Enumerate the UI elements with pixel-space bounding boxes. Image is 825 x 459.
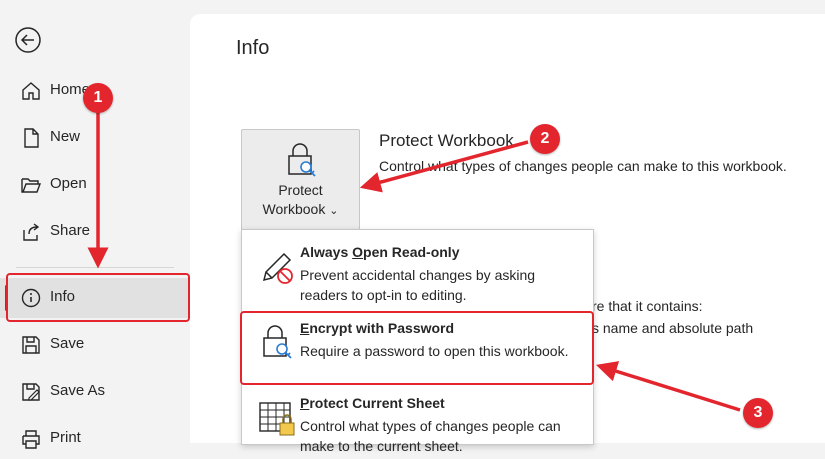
protect-workbook-button[interactable]: Protect Workbook ⌄ <box>241 129 360 230</box>
pencil-no-edit-icon <box>262 252 293 284</box>
save-icon <box>22 336 40 354</box>
nav-label: Save As <box>50 382 106 399</box>
home-icon <box>22 82 40 100</box>
callout-highlight-info <box>6 273 190 322</box>
menu-item-protect-current-sheet[interactable]: Protect Current Sheet Control what types… <box>242 383 593 458</box>
nav-label: New <box>50 128 81 145</box>
callout-highlight-encrypt <box>240 311 594 385</box>
protect-section-description: Control what types of changes people can… <box>379 158 787 174</box>
nav-print[interactable]: Print <box>0 419 190 459</box>
sheet-lock-icon <box>259 402 295 436</box>
new-document-icon <box>24 128 39 148</box>
backstage-sidebar: Home New Open Share Info Save Save As Pr… <box>0 0 190 449</box>
nav-open[interactable]: Open <box>0 165 190 205</box>
nav-new[interactable]: New <box>0 118 190 158</box>
menu-item-title: Protect Current Sheet <box>300 395 445 411</box>
menu-item-title: Always Open Read-only <box>300 244 460 260</box>
nav-label: Save <box>50 335 85 352</box>
protect-button-label-line1: Protect <box>278 182 323 198</box>
nav-label: Share <box>50 222 91 239</box>
open-folder-icon <box>21 178 42 193</box>
protect-section-title: Protect Workbook <box>379 131 514 150</box>
nav-label: Print <box>50 429 81 446</box>
page-title: Info <box>236 37 270 59</box>
background-text: re that it contains: <box>592 298 703 314</box>
callout-badge-2: 2 <box>530 124 560 154</box>
save-as-icon <box>22 383 40 401</box>
callout-badge-3: 3 <box>743 398 773 428</box>
background-text: s name and absolute path <box>592 320 754 336</box>
menu-item-always-open-read-only[interactable]: Always Open Read-only Prevent accidental… <box>242 232 593 307</box>
menu-item-description: Prevent accidental changes by asking rea… <box>300 267 536 303</box>
protect-button-label-line2: Workbook ⌄ <box>262 201 339 217</box>
lock-key-icon <box>288 143 316 177</box>
callout-badge-1: 1 <box>83 83 113 113</box>
chevron-down-icon: ⌄ <box>329 205 339 217</box>
menu-item-description: Control what types of changes people can… <box>300 418 561 454</box>
back-arrow-icon[interactable] <box>14 26 42 54</box>
share-icon <box>23 223 40 241</box>
nav-share[interactable]: Share <box>0 212 190 252</box>
nav-label: Open <box>50 175 87 192</box>
nav-divider <box>16 267 174 268</box>
print-icon <box>22 430 40 449</box>
nav-save-as[interactable]: Save As <box>0 372 190 412</box>
nav-save[interactable]: Save <box>0 325 190 365</box>
